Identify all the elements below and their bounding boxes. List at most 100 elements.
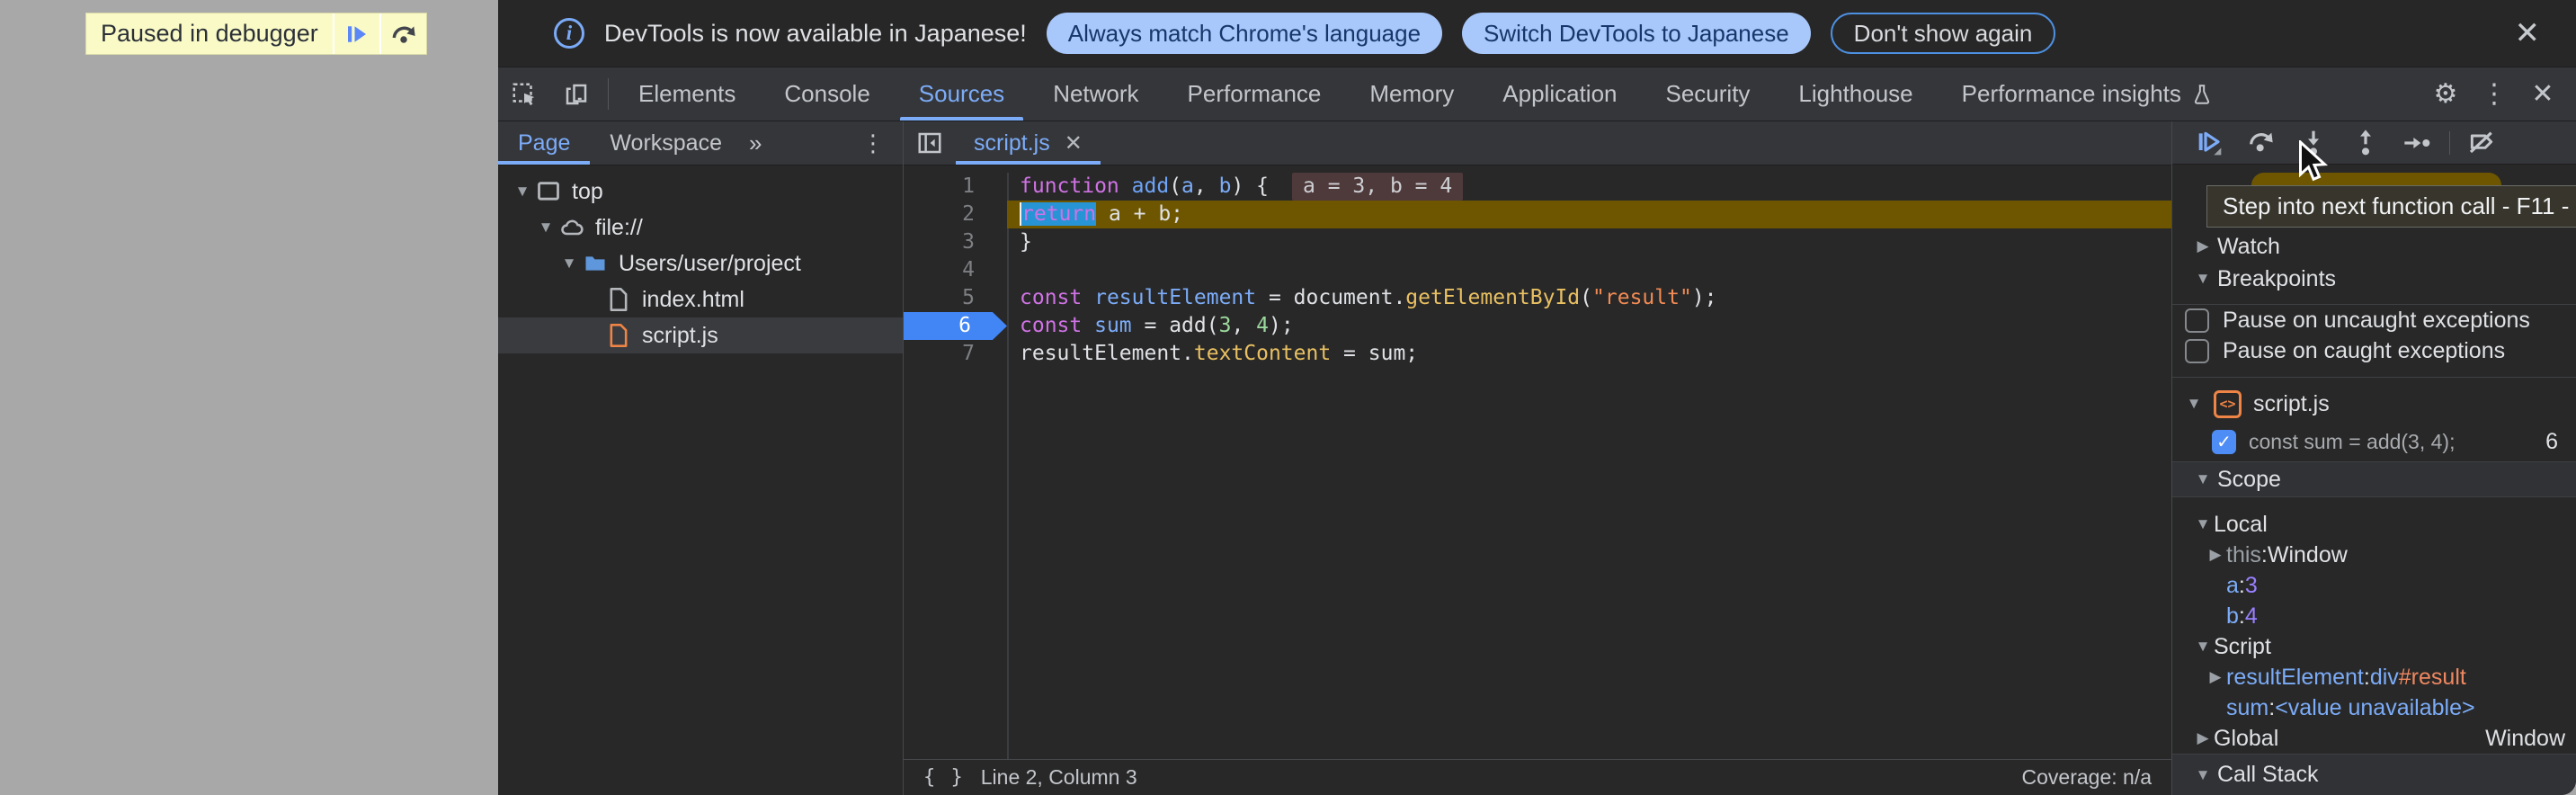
tab-elements[interactable]: Elements — [614, 67, 760, 121]
line-number[interactable]: 4 — [904, 256, 1007, 284]
scope-variable-this[interactable]: ▶this: Window — [2172, 540, 2576, 570]
scope-section-header[interactable]: ▼ Scope — [2172, 461, 2576, 497]
step-button[interactable] — [2392, 121, 2444, 165]
step-out-icon — [2351, 129, 2380, 157]
code-line-4 — [1020, 256, 2171, 284]
tab-network[interactable]: Network — [1029, 67, 1163, 121]
navigator-more-icon[interactable]: ⋮ — [843, 121, 903, 165]
tab-workspace[interactable]: Workspace — [590, 121, 742, 165]
tab-lighthouse[interactable]: Lighthouse — [1774, 67, 1937, 121]
scope-group-script[interactable]: ▼Script — [2172, 631, 2576, 662]
code-token: getElementById — [1405, 286, 1580, 309]
breakpoint-entry[interactable]: ✓ const sum = add(3, 4); 6 — [2172, 422, 2576, 461]
tab-console[interactable]: Console — [760, 67, 894, 121]
tree-item-users-user-project[interactable]: ▼ Users/user/project — [498, 246, 903, 281]
breakpoint-checkbox[interactable]: ✓ — [2212, 430, 2236, 454]
tab-sources[interactable]: Sources — [895, 67, 1029, 121]
scope-group-value: Window — [2485, 726, 2576, 752]
tree-item-top[interactable]: ▼top — [498, 174, 903, 210]
tab-performance[interactable]: Performance — [1163, 67, 1346, 121]
pause-uncaught-checkbox[interactable] — [2185, 308, 2209, 333]
tree-item-label: Users/user/project — [610, 251, 801, 277]
code-token: ( — [1169, 174, 1181, 198]
close-devtools-button[interactable]: ✕ — [2518, 78, 2567, 110]
tab-application[interactable]: Application — [1478, 67, 1641, 121]
more-options-button[interactable]: ⋮ — [2470, 78, 2518, 110]
pause-caught-exceptions-row[interactable]: Pause on caught exceptions — [2172, 335, 2576, 366]
step-over-button[interactable] — [2235, 121, 2287, 165]
variable-name: this — [2226, 542, 2261, 568]
tree-item-file-[interactable]: ▼file:// — [498, 210, 903, 246]
collapse-sidebar-button[interactable] — [904, 121, 956, 165]
breakpoint-file-group[interactable]: ▼ <> script.js — [2172, 386, 2576, 422]
code-token: = sum; — [1331, 342, 1418, 365]
scope-variable-resultElement[interactable]: ▶resultElement: div#result — [2172, 662, 2576, 692]
scope-group-global[interactable]: ▶GlobalWindow — [2172, 723, 2576, 754]
source-editor[interactable]: 1234567 function add(a, b) {a = 3, b = 4… — [904, 165, 2171, 759]
scope-variable-b[interactable]: b: 4 — [2172, 601, 2576, 631]
breakpoints-section-header[interactable]: ▼ Breakpoints — [2172, 263, 2576, 295]
scope-variable-sum[interactable]: sum: <value unavailable> — [2172, 692, 2576, 723]
scope-group-label: Script — [2214, 634, 2271, 660]
infobar-close-icon[interactable]: ✕ — [2502, 15, 2554, 51]
tab-memory[interactable]: Memory — [1345, 67, 1478, 121]
pretty-print-icon[interactable]: { } — [923, 766, 965, 789]
step-over-button[interactable] — [379, 13, 426, 54]
chevron-down-icon[interactable]: ▼ — [557, 255, 581, 272]
variable-value: 3 — [2245, 573, 2258, 599]
dont-show-again-button[interactable]: Don't show again — [1831, 13, 2056, 54]
gear-icon: ⚙ — [2434, 78, 2458, 110]
chevron-down-icon[interactable]: ▼ — [534, 219, 557, 237]
inspect-element-button[interactable] — [498, 67, 550, 121]
pause-uncaught-exceptions-row[interactable]: Pause on uncaught exceptions — [2172, 305, 2576, 335]
code-line-6: const sum = add(3, 4); — [1020, 312, 2171, 340]
chevron-down-icon: ▼ — [2192, 638, 2214, 656]
settings-button[interactable]: ⚙ — [2421, 78, 2470, 110]
resume-icon — [343, 21, 370, 48]
line-number[interactable]: 2 — [904, 201, 1007, 228]
switch-devtools-japanese-button[interactable]: Switch DevTools to Japanese — [1462, 13, 1811, 54]
more-tabs-chevron[interactable]: » — [742, 121, 767, 165]
tree-item-script-js[interactable]: script.js — [498, 317, 903, 353]
cloud-icon — [557, 215, 586, 240]
scope-group-label: Global — [2214, 726, 2278, 752]
infobar-message: DevTools is now available in Japanese! — [604, 20, 1027, 48]
deactivate-breakpoints-button[interactable] — [2456, 121, 2508, 165]
tab-page[interactable]: Page — [498, 121, 590, 165]
callstack-section-header[interactable]: ▼ Call Stack — [2172, 754, 2576, 795]
line-number[interactable]: 7 — [904, 340, 1007, 368]
line-number[interactable]: 5 — [904, 284, 1007, 312]
scope-variable-a[interactable]: a: 3 — [2172, 570, 2576, 601]
code-line-2: return a + b; — [1007, 201, 2171, 228]
line-number[interactable]: 3 — [904, 228, 1007, 256]
editor-status-bar: { } Line 2, Column 3 Coverage: n/a — [904, 759, 2171, 795]
code-token: 4 — [1256, 314, 1269, 337]
code-token: 3 — [1219, 314, 1232, 337]
tab-security[interactable]: Security — [1642, 67, 1775, 121]
mouse-cursor — [2296, 140, 2329, 187]
colon: : — [2261, 542, 2268, 568]
tree-item-index-html[interactable]: index.html — [498, 281, 903, 317]
code-token: ) { — [1231, 174, 1269, 198]
code-token: resultElement — [1094, 286, 1256, 309]
chevron-down-icon[interactable]: ▼ — [511, 183, 534, 201]
pause-caught-checkbox[interactable] — [2185, 339, 2209, 363]
editor-pane: script.js ✕ 1234567 function add(a, b) {… — [904, 121, 2171, 795]
inline-values-badge: a = 3, b = 4 — [1292, 173, 1463, 201]
editor-tab-scriptjs[interactable]: script.js ✕ — [956, 121, 1101, 165]
file-tree: ▼top▼file://▼Users/user/projectindex.htm… — [498, 165, 903, 353]
close-tab-icon[interactable]: ✕ — [1065, 130, 1083, 156]
chevron-down-icon: ▼ — [2192, 470, 2214, 488]
device-toolbar-button[interactable] — [550, 67, 602, 121]
watch-section-header[interactable]: ▶ Watch — [2172, 230, 2576, 263]
debugger-toolbar — [2172, 121, 2576, 165]
line-number[interactable]: 1 — [904, 173, 1007, 201]
execution-line-marker[interactable]: 6 — [904, 312, 1007, 340]
code-token — [1082, 286, 1094, 309]
resume-button[interactable] — [2183, 121, 2235, 165]
resume-script-button[interactable] — [333, 13, 379, 54]
tab-performance-insights[interactable]: Performance insights — [1938, 67, 2238, 121]
scope-group-local[interactable]: ▼Local — [2172, 509, 2576, 540]
step-out-button[interactable] — [2340, 121, 2392, 165]
always-match-language-button[interactable]: Always match Chrome's language — [1047, 13, 1442, 54]
